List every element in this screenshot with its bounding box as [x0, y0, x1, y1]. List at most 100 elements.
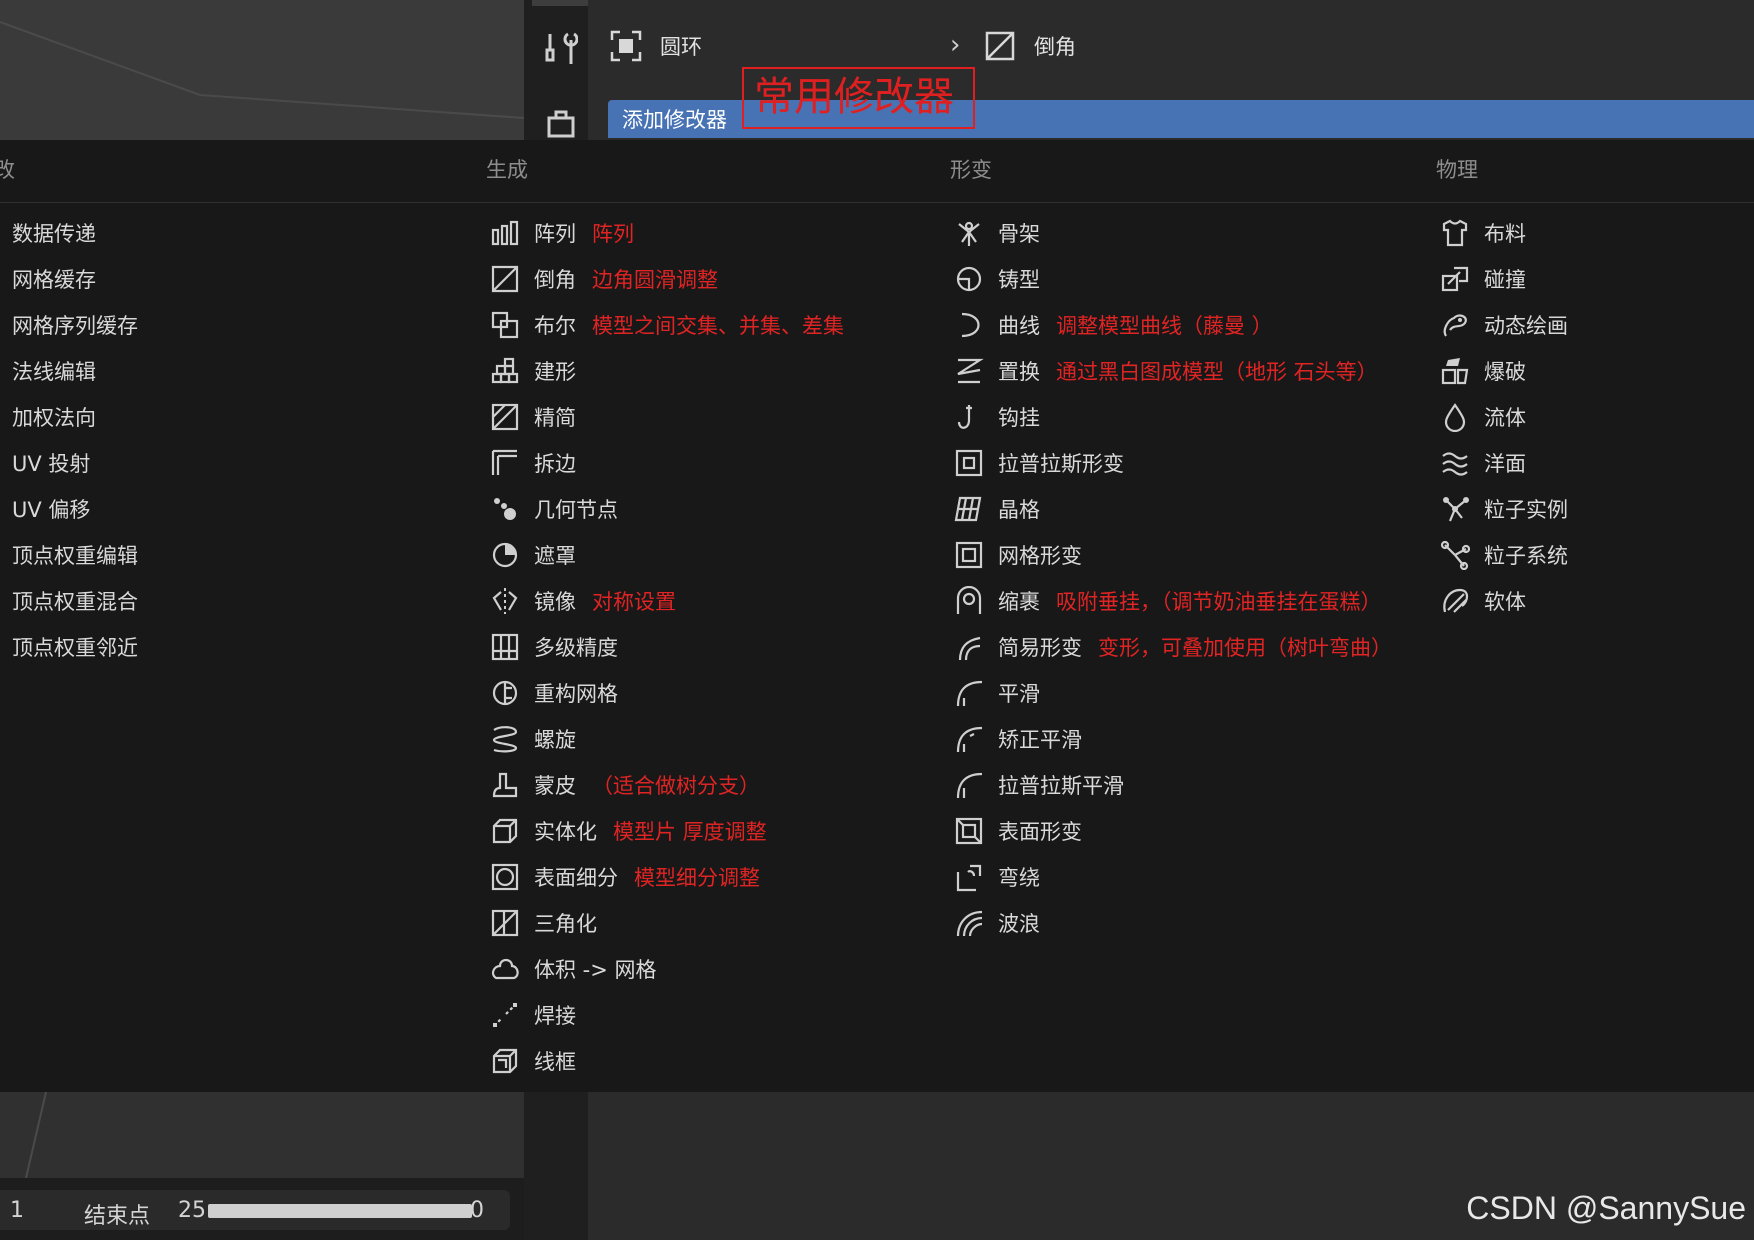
- menu-item[interactable]: 动态绘画: [1440, 302, 1568, 348]
- menu-item-label: 实体化: [534, 820, 597, 844]
- wrench-screwdriver-icon[interactable]: [544, 30, 578, 68]
- properties-tab-strip: [524, 0, 588, 140]
- menu-item-label: 拆边: [534, 452, 576, 476]
- column-heading-generate: 生成: [486, 158, 528, 182]
- timeline-right-value: 0: [470, 1198, 484, 1223]
- collision-icon: [1441, 266, 1469, 292]
- menu-item[interactable]: 倒角 边角圆滑调整: [490, 256, 844, 302]
- menu-item[interactable]: 阵列 阵列: [490, 210, 844, 256]
- column-heading-physics: 物理: [1436, 158, 1478, 182]
- menu-item[interactable]: 三角化: [490, 900, 844, 946]
- menu-item[interactable]: 镜像 对称设置: [490, 578, 844, 624]
- menu-item[interactable]: 顶点权重混合: [12, 578, 138, 624]
- menu-item[interactable]: 建形: [490, 348, 844, 394]
- annotation-note: 模型片 厚度调整: [613, 820, 767, 844]
- menu-item[interactable]: 铸型: [954, 256, 1392, 302]
- menu-item[interactable]: UV 偏移: [12, 486, 138, 532]
- menu-item[interactable]: 软体: [1440, 578, 1568, 624]
- menu-item[interactable]: 几何节点: [490, 486, 844, 532]
- favorite-modifier-2[interactable]: 倒角: [984, 28, 1076, 64]
- scene-box-icon[interactable]: [546, 108, 576, 138]
- menu-item[interactable]: 顶点权重邻近: [12, 624, 138, 670]
- menu-item[interactable]: 表面形变: [954, 808, 1392, 854]
- 3d-viewport-bottom[interactable]: [0, 1092, 524, 1178]
- square-target-icon: [610, 30, 642, 62]
- volume-icon: [491, 958, 519, 980]
- menu-item[interactable]: 布尔 模型之间交集、并集、差集: [490, 302, 844, 348]
- menu-item[interactable]: 表面细分 模型细分调整: [490, 854, 844, 900]
- menu-item[interactable]: 简易形变 变形，可叠加使用（树叶弯曲）: [954, 624, 1392, 670]
- menu-item[interactable]: 实体化 模型片 厚度调整: [490, 808, 844, 854]
- menu-item[interactable]: 洋面: [1440, 440, 1568, 486]
- lattice-icon: [954, 496, 982, 522]
- menu-item[interactable]: 螺旋: [490, 716, 844, 762]
- menu-item-label: 动态绘画: [1484, 314, 1568, 338]
- menu-item-label: 三角化: [534, 912, 597, 936]
- favorite-modifier-1[interactable]: 圆环: [610, 28, 702, 64]
- annotation-note: 模型细分调整: [634, 866, 760, 890]
- menu-item[interactable]: 顶点权重编辑: [12, 532, 138, 578]
- menu-item[interactable]: 加权法向: [12, 394, 138, 440]
- 3d-viewport[interactable]: [0, 0, 524, 140]
- wireframe-icon: [492, 1048, 518, 1074]
- particle-system-icon: [1440, 540, 1470, 570]
- menu-item[interactable]: 焊接: [490, 992, 844, 1038]
- menu-item[interactable]: 多级精度: [490, 624, 844, 670]
- add-modifier-label: 添加修改器: [622, 108, 727, 132]
- column-heading-deform: 形变: [950, 158, 992, 182]
- menu-item-label: 网格缓存: [12, 268, 96, 292]
- menu-item[interactable]: 线框: [490, 1038, 844, 1084]
- menu-item-label: 铸型: [998, 268, 1040, 292]
- menu-item[interactable]: 网格缓存: [12, 256, 138, 302]
- menu-item[interactable]: 拉普拉斯形变: [954, 440, 1392, 486]
- annotation-note: （适合做树分支）: [592, 774, 760, 798]
- menu-item[interactable]: 曲线 调整模型曲线（藤曼 ）: [954, 302, 1392, 348]
- menu-item[interactable]: 粒子实例: [1440, 486, 1568, 532]
- annotation-box: 常用修改器: [742, 67, 975, 129]
- geometry-nodes-icon: [494, 498, 516, 520]
- menu-item[interactable]: 蒙皮 （适合做树分支）: [490, 762, 844, 808]
- menu-item[interactable]: 法线编辑: [12, 348, 138, 394]
- menu-item[interactable]: 流体: [1440, 394, 1568, 440]
- menu-item[interactable]: 遮罩: [490, 532, 844, 578]
- menu-item-label: 矫正平滑: [998, 728, 1082, 752]
- timeline-scrub-bar[interactable]: [208, 1204, 472, 1218]
- menu-item-label: 几何节点: [534, 498, 618, 522]
- chevron-right-icon[interactable]: ›: [950, 30, 960, 60]
- menu-item-label: 表面细分: [534, 866, 618, 890]
- menu-item[interactable]: 缩裹 吸附垂挂，（调节奶油垂挂在蛋糕）: [954, 578, 1392, 624]
- menu-item[interactable]: 重构网格: [490, 670, 844, 716]
- menu-item[interactable]: 网格序列缓存: [12, 302, 138, 348]
- menu-item[interactable]: 弯绕: [954, 854, 1392, 900]
- shrinkwrap-icon: [956, 586, 982, 614]
- end-frame-value[interactable]: 25: [178, 1198, 206, 1223]
- menu-item-label: 镜像: [534, 590, 576, 614]
- menu-item[interactable]: 波浪: [954, 900, 1392, 946]
- current-frame-field[interactable]: 1: [10, 1198, 24, 1223]
- menu-item-label: 曲线: [998, 314, 1040, 338]
- viewport-edge-lines: [0, 21, 524, 119]
- menu-item[interactable]: 骨架: [954, 210, 1392, 256]
- menu-item[interactable]: 体积 -> 网格: [490, 946, 844, 992]
- menu-item[interactable]: 网格形变: [954, 532, 1392, 578]
- menu-item-label: 重构网格: [534, 682, 618, 706]
- menu-item[interactable]: 钩挂: [954, 394, 1392, 440]
- menu-item-label: 波浪: [998, 912, 1040, 936]
- menu-item[interactable]: 数据传递: [12, 210, 138, 256]
- menu-item[interactable]: 拉普拉斯平滑: [954, 762, 1392, 808]
- mask-icon: [492, 542, 518, 568]
- smooth-corrective-icon: [956, 726, 983, 753]
- menu-item[interactable]: 碰撞: [1440, 256, 1568, 302]
- menu-item[interactable]: 粒子系统: [1440, 532, 1568, 578]
- menu-item[interactable]: UV 投射: [12, 440, 138, 486]
- menu-item[interactable]: 爆破: [1440, 348, 1568, 394]
- menu-item[interactable]: 拆边: [490, 440, 844, 486]
- menu-item[interactable]: 晶格: [954, 486, 1392, 532]
- menu-item-label: 置换: [998, 360, 1040, 384]
- menu-item[interactable]: 置换 通过黑白图成模型（地形 石头等）: [954, 348, 1392, 394]
- menu-item[interactable]: 矫正平滑: [954, 716, 1392, 762]
- menu-item-label: 流体: [1484, 406, 1526, 430]
- menu-item[interactable]: 平滑: [954, 670, 1392, 716]
- menu-item[interactable]: 精简: [490, 394, 844, 440]
- menu-item[interactable]: 布料: [1440, 210, 1568, 256]
